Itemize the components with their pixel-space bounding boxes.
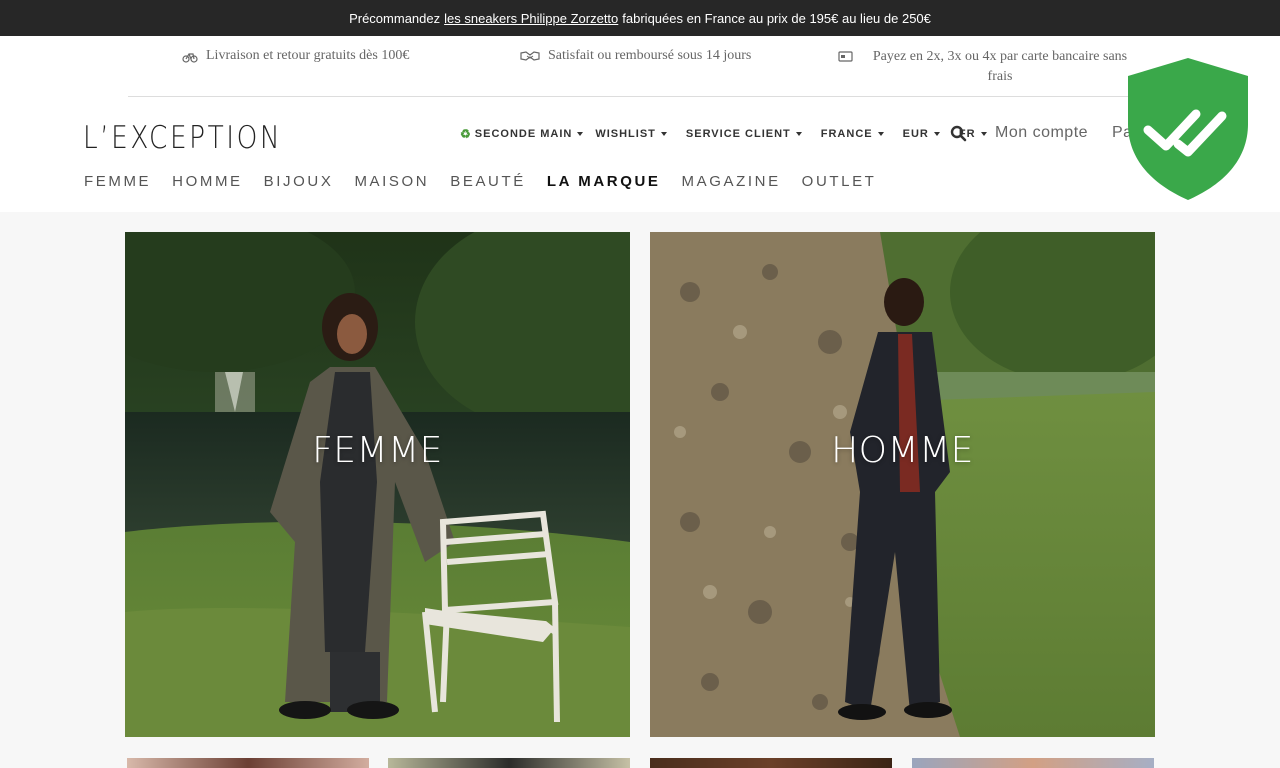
bicycle-icon bbox=[182, 53, 198, 63]
benefit-delivery: Livraison et retour gratuits dès 100€ bbox=[182, 47, 409, 65]
seconde-main-label: SECONDE MAIN bbox=[474, 128, 573, 140]
country-label: FRANCE bbox=[820, 128, 873, 140]
category-thumbnails bbox=[127, 758, 1157, 768]
nav-item-bijoux[interactable]: BIJOUX bbox=[264, 173, 334, 190]
wishlist-label: WISHLIST bbox=[595, 128, 656, 140]
currency-selector[interactable]: EUR bbox=[903, 128, 940, 140]
site-logo[interactable]: L’EXCEPTION bbox=[83, 120, 282, 156]
category-thumbnail[interactable] bbox=[127, 758, 369, 768]
homme-photo bbox=[650, 232, 1155, 737]
benefit-payment: Payez en 2x, 3x ou 4x par carte bancaire… bbox=[838, 47, 1138, 87]
benefit-refund: Satisfait ou remboursé sous 14 jours bbox=[520, 47, 751, 65]
service-client-menu[interactable]: SERVICE CLIENT bbox=[686, 128, 802, 140]
benefits-bar: Livraison et retour gratuits dès 100€ Sa… bbox=[128, 36, 1152, 97]
caret-down-icon bbox=[660, 132, 667, 136]
promo-text-after: fabriquées en France au prix de 195€ au … bbox=[622, 10, 931, 26]
recycle-icon: ♻ bbox=[460, 127, 472, 141]
seconde-main-menu[interactable]: ♻ SECONDE MAIN bbox=[460, 127, 584, 141]
caret-down-icon bbox=[795, 132, 802, 136]
service-client-label: SERVICE CLIENT bbox=[685, 128, 791, 140]
promo-link[interactable]: les sneakers Philippe Zorzetto bbox=[444, 11, 618, 26]
benefit-text: Livraison et retour gratuits dès 100€ bbox=[206, 48, 410, 63]
category-thumbnail[interactable] bbox=[650, 758, 892, 768]
nav-item-homme[interactable]: HOMME bbox=[172, 173, 243, 190]
country-selector[interactable]: FRANCE bbox=[821, 128, 884, 140]
hero-homme-label: HOMME bbox=[831, 430, 974, 471]
credit-card-icon bbox=[838, 51, 853, 62]
wishlist-menu[interactable]: WISHLIST bbox=[595, 128, 667, 140]
account-link[interactable]: Mon compte bbox=[995, 124, 1088, 142]
benefit-text: Satisfait ou remboursé sous 14 jours bbox=[548, 48, 752, 63]
caret-down-icon bbox=[980, 132, 987, 136]
caret-down-icon bbox=[577, 132, 584, 136]
benefit-text: Payez en 2x, 3x ou 4x par carte bancaire… bbox=[872, 49, 1128, 84]
nav-item-maison[interactable]: MAISON bbox=[354, 173, 429, 190]
hero-femme[interactable]: FEMME bbox=[125, 232, 630, 737]
nav-item-magazine[interactable]: MAGAZINE bbox=[682, 173, 781, 190]
main-content: FEMME HOMME bbox=[0, 212, 1280, 768]
caret-down-icon bbox=[877, 132, 884, 136]
site-header: Livraison et retour gratuits dès 100€ Sa… bbox=[0, 36, 1280, 212]
hero-femme-label: FEMME bbox=[312, 430, 443, 471]
nav-item-femme[interactable]: FEMME bbox=[84, 173, 151, 190]
nav-item-beaute[interactable]: BEAUTÉ bbox=[450, 173, 526, 190]
nav-item-la-marque[interactable]: LA MARQUE bbox=[547, 173, 661, 190]
currency-label: EUR bbox=[902, 128, 929, 140]
verified-shield-icon[interactable] bbox=[1120, 54, 1256, 204]
caret-down-icon bbox=[933, 132, 940, 136]
nav-item-outlet[interactable]: OUTLET bbox=[802, 173, 877, 190]
promo-bar: Précommandez les sneakers Philippe Zorze… bbox=[0, 0, 1280, 36]
category-thumbnail[interactable] bbox=[388, 758, 630, 768]
hero-homme[interactable]: HOMME bbox=[650, 232, 1155, 737]
main-nav: FEMME HOMME BIJOUX MAISON BEAUTÉ LA MARQ… bbox=[84, 173, 876, 190]
handshake-icon bbox=[520, 51, 540, 61]
utility-nav: ♻ SECONDE MAIN WISHLIST SERVICE CLIENT F… bbox=[460, 127, 999, 141]
promo-text-before: Précommandez bbox=[349, 10, 441, 26]
search-icon[interactable] bbox=[950, 125, 968, 143]
category-thumbnail[interactable] bbox=[912, 758, 1154, 768]
femme-photo bbox=[125, 232, 630, 737]
